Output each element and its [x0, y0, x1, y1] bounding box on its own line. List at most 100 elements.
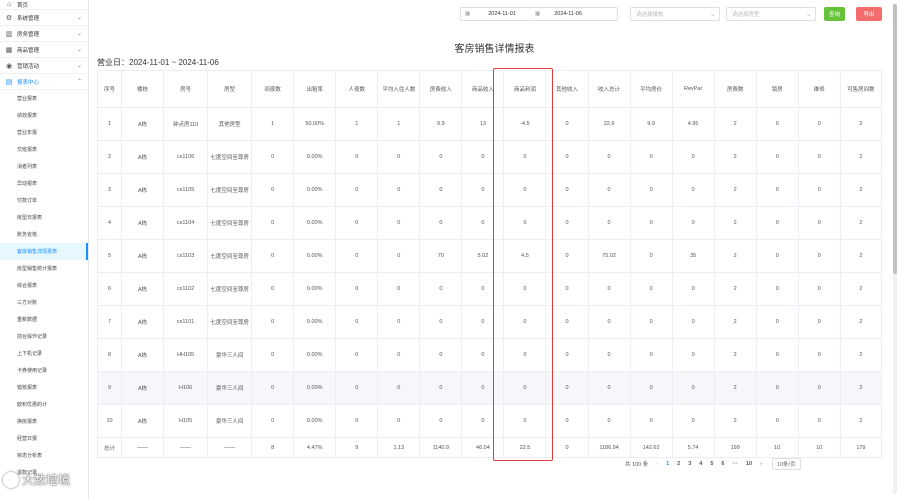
table-cell: 0	[503, 206, 547, 240]
table-cell: 0	[377, 371, 421, 405]
sidebar-item-5[interactable]: ▤ 报表中心 ⌃	[0, 74, 88, 90]
sidebar-subitem[interactable]: 重新数据	[0, 311, 88, 328]
sidebar-item-3[interactable]: ▦ 商品管理 ⌄	[0, 42, 88, 58]
table-row[interactable]: 6 A栋 cs1102 七度空间至尊房 0 0.00% 0 0 0 0 0 0 0 0 0 2 0 0 2	[96, 272, 883, 306]
table-cell: 0	[335, 140, 379, 174]
chevron-up-icon: ⌃	[76, 79, 82, 85]
sidebar-subitem[interactable]: 账务省核	[0, 226, 88, 243]
sidebar-subitem[interactable]: 上下机记录	[0, 345, 88, 362]
total-cell: 10	[755, 437, 799, 458]
sidebar-subitem[interactable]: 错核报表	[0, 379, 88, 396]
table-cell: 0.00%	[293, 404, 337, 438]
sidebar-subitem[interactable]: 绩效报表	[0, 107, 88, 124]
total-cell: 9	[335, 437, 379, 458]
sidebar-subitem[interactable]: 异动报表	[0, 175, 88, 192]
sidebar-subitem[interactable]: 综合报表	[0, 277, 88, 294]
table-cell: 0	[755, 239, 799, 273]
sidebar-subitem[interactable]: 消者列表	[0, 158, 88, 175]
page-number[interactable]: 4	[699, 461, 702, 467]
column-header: 间夜数	[251, 70, 295, 108]
export-button[interactable]: 导出	[856, 7, 882, 21]
sidebar-subitem[interactable]: 卡券使用记录	[0, 362, 88, 379]
scrollbar-thumb[interactable]	[893, 4, 897, 274]
sidebar-item-label: 系统管理	[17, 15, 40, 22]
sidebar-subitem[interactable]: 欧积优惠的计	[0, 396, 88, 413]
table-cell: 0	[419, 404, 463, 438]
table-row[interactable]: 3 A栋 cs1105 七度空间至尊房 0 0.00% 0 0 0 0 0 0 0 0 0 2 0 0 2	[96, 173, 883, 207]
table-cell: 2	[713, 338, 757, 372]
page-number[interactable]: 3	[688, 461, 691, 467]
table-cell: 0	[419, 173, 463, 207]
page-number[interactable]: ···	[732, 461, 738, 467]
room-type-select[interactable]: 请选择房型 ⌄	[726, 7, 816, 21]
sidebar-item-4[interactable]: ◉ 营销活动 ⌄	[0, 58, 88, 74]
table-cell: 0	[671, 272, 715, 306]
sidebar-item-1[interactable]: ⚙ 系统管理 ⌄	[0, 10, 88, 26]
table-cell: 2	[839, 305, 883, 339]
next-page-button[interactable]: ›	[760, 461, 762, 467]
table-row[interactable]: 7 A栋 cs1101 七度空间至尊房 0 0.00% 0 0 0 0 0 0 0 0 0 2 0 0 2	[96, 305, 883, 339]
table-cell: 0	[545, 305, 589, 339]
end-date-value: 2024-11-06	[554, 11, 582, 17]
table-row[interactable]: 8 A栋 HH105 豪华三人间 0 0.00% 0 0 0 0 0 0 0 0 0 2 0 0 2	[96, 338, 883, 372]
table-cell: 0	[545, 173, 589, 207]
table-total-row: 总计 —— —— —— 8 4.47% 9 1.13 1140.9 46.04 22.5 0 1186.…	[96, 437, 883, 458]
sidebar-subitem[interactable]: 换房报表	[0, 413, 88, 430]
scrollbar[interactable]	[893, 4, 897, 494]
chevron-down-icon: ⌄	[709, 11, 715, 18]
table-cell: 0	[797, 338, 841, 372]
sidebar-subitem[interactable]: 房型日报表	[0, 209, 88, 226]
sidebar-item-0[interactable]: ⌂ 首页	[0, 0, 88, 10]
table-cell: 0	[755, 206, 799, 240]
sales-detail-table: 序号 楼栋 房号 房型 间夜数 出租率 人夜数 平均入住人数 房费收入 商品收入 商品利润 其他收入收…	[96, 70, 883, 458]
sidebar-subitem[interactable]: 前台操作记录	[0, 328, 88, 345]
table-cell: 0	[671, 173, 715, 207]
sidebar-subitem[interactable]: 经营日报	[0, 430, 88, 447]
table-cell: cs1103	[163, 239, 209, 273]
page-number[interactable]: 1	[666, 461, 669, 467]
table-row[interactable]: 5 A栋 cs1103 七度空间至尊房 0 0.00% 0 0 70 5.02 4.5 0 75.02 0…	[96, 239, 883, 273]
sidebar-subitem[interactable]: 客房销售详情报表	[0, 243, 88, 260]
page-number[interactable]: 5	[710, 461, 713, 467]
table-cell: 0	[461, 305, 505, 339]
table-row[interactable]: 9 A栋 H106 豪华三人间 0 0.00% 0 0 0 0 0 0 0 0 0 2 0 0 2	[96, 371, 883, 405]
table-cell: 0	[461, 404, 505, 438]
table-cell: A栋	[121, 107, 165, 141]
sidebar-item-2[interactable]: ▥ 房务管理 ⌄	[0, 26, 88, 42]
table-cell: 2	[96, 140, 123, 174]
table-cell: 2	[713, 371, 757, 405]
sidebar-subitem[interactable]: 房型销售统计报表	[0, 260, 88, 277]
table-row[interactable]: 10 A栋 H105 豪华三人间 0 0.00% 0 0 0 0 0 0 0 0 0 2 0 0 2	[96, 404, 883, 438]
sidebar-subitem[interactable]: 营业年报	[0, 124, 88, 141]
column-header: 人夜数	[335, 70, 379, 108]
table-cell: 0	[545, 107, 589, 141]
table-row[interactable]: 2 A栋 cs1106 七度空间至尊房 0 0.00% 0 0 0 0 0 0 0 0 0 2 0 0 2	[96, 140, 883, 174]
table-cell: 1	[251, 107, 295, 141]
table-cell: 2	[713, 239, 757, 273]
table-cell: 1	[335, 107, 379, 141]
table-cell: 0.00%	[293, 305, 337, 339]
table-cell: 0	[629, 272, 673, 306]
page-number[interactable]: 10	[746, 461, 752, 467]
table-cell: 0	[587, 371, 631, 405]
end-date-picker[interactable]: ▦ 2024-11-06	[531, 7, 618, 21]
query-button[interactable]: 查询	[824, 7, 845, 21]
table-row[interactable]: 1 A栋 钟点房110 其他房型 1 50.00% 1 1 9.9 13 -4.5 0 22.9 9.9 4…	[96, 107, 883, 141]
table-cell: 0	[419, 338, 463, 372]
table-cell: 0	[377, 338, 421, 372]
page-size-select[interactable]: 10条/页	[771, 458, 801, 470]
sidebar-subitem[interactable]: 付款订单	[0, 192, 88, 209]
page-number[interactable]: 2	[677, 461, 680, 467]
prev-page-button[interactable]: ‹	[656, 461, 658, 467]
page-number[interactable]: 6	[721, 461, 724, 467]
sidebar-subitem[interactable]: 房态分析表	[0, 447, 88, 464]
megaphone-icon: ◉	[5, 62, 13, 70]
sidebar-subitem[interactable]: 营业报表	[0, 90, 88, 107]
sidebar-subitem[interactable]: 三方对账	[0, 294, 88, 311]
table-cell: 0	[629, 338, 673, 372]
total-cell: 46.04	[461, 437, 505, 458]
table-row[interactable]: 4 A栋 cs1104 七度空间至尊房 0 0.00% 0 0 0 0 0 0 0 0 0 2 0 0 2	[96, 206, 883, 240]
building-select[interactable]: 请选择楼栋 ⌄	[630, 7, 720, 21]
total-cell: ——	[163, 437, 209, 458]
sidebar-subitem[interactable]: 交班报表	[0, 141, 88, 158]
